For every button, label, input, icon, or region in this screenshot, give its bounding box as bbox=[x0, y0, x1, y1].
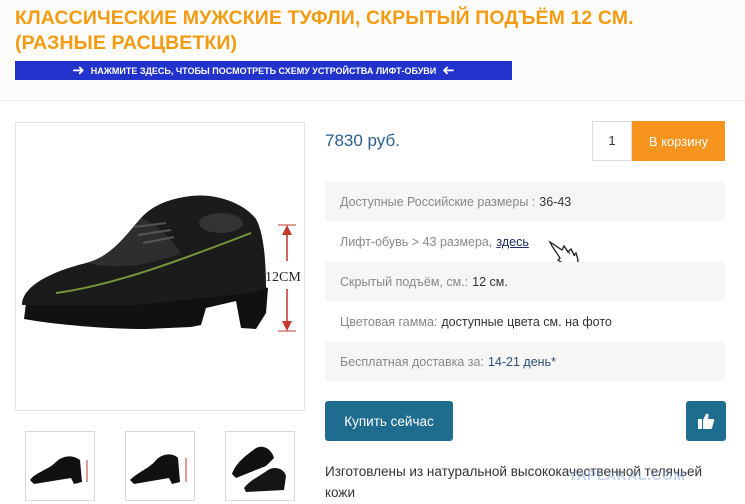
spec-row-delivery: Бесплатная доставка за: 14-21 день* bbox=[325, 342, 725, 381]
spec-row-lift: Лифт-обувь > 43 размера, здесь bbox=[325, 222, 725, 261]
thumbnail-1[interactable] bbox=[25, 431, 95, 501]
spec-rise-label: Скрытый подъём, см.: bbox=[340, 274, 469, 289]
watermark: YAPLAKAL.COM bbox=[568, 467, 686, 483]
spec-delivery-label: Бесплатная доставка за: bbox=[340, 354, 484, 369]
quantity-input[interactable]: 1 bbox=[592, 121, 632, 161]
like-button[interactable] bbox=[686, 401, 726, 441]
spec-lift-label: Лифт-обувь > 43 размера, bbox=[340, 234, 493, 249]
arrow-right-icon: ➜ bbox=[72, 62, 85, 79]
buy-now-button[interactable]: Купить сейчас bbox=[325, 401, 453, 441]
spec-sizes-label: Доступные Российские размеры : bbox=[340, 194, 536, 209]
spec-rise-value: 12 см. bbox=[472, 274, 508, 289]
thumbnail-2[interactable] bbox=[125, 431, 195, 501]
spec-row-rise: Скрытый подъём, см.: 12 см. bbox=[325, 262, 725, 301]
product-price: 7830 руб. bbox=[325, 131, 400, 150]
shoe-image: 12CM bbox=[22, 195, 301, 332]
spec-lift-link[interactable]: здесь bbox=[496, 235, 528, 249]
spec-row-sizes: Доступные Российские размеры : 36-43 bbox=[325, 182, 725, 221]
height-label: 12CM bbox=[265, 270, 301, 285]
spec-row-color: Цветовая гамма: доступные цвета см. на ф… bbox=[325, 302, 725, 341]
thumbnail-3[interactable] bbox=[225, 431, 295, 501]
scheme-banner-label: НАЖМИТЕ ЗДЕСЬ, ЧТОБЫ ПОСМОТРЕТЬ СХЕМУ УС… bbox=[90, 65, 437, 76]
spec-delivery-value: 14-21 день* bbox=[487, 354, 556, 369]
lift-scheme-banner-link[interactable]: ➜ НАЖМИТЕ ЗДЕСЬ, ЧТОБЫ ПОСМОТРЕТЬ СХЕМУ … bbox=[15, 61, 512, 80]
arrow-left-icon: ➜ bbox=[442, 62, 455, 79]
spec-sizes-value: 36-43 bbox=[539, 194, 572, 209]
main-product-photo[interactable]: 12CM bbox=[15, 122, 305, 411]
spec-color-label: Цветовая гамма: bbox=[340, 314, 438, 329]
add-to-cart-button[interactable]: В корзину bbox=[632, 121, 725, 161]
spec-color-value: доступные цвета см. на фото bbox=[441, 314, 612, 329]
thumbs-up-icon bbox=[698, 413, 715, 429]
product-header: КЛАССИЧЕСКИЕ МУЖСКИЕ ТУФЛИ, СКРЫТЫЙ ПОДЪ… bbox=[0, 0, 745, 101]
product-title: КЛАССИЧЕСКИЕ МУЖСКИЕ ТУФЛИ, СКРЫТЫЙ ПОДЪ… bbox=[15, 7, 634, 54]
